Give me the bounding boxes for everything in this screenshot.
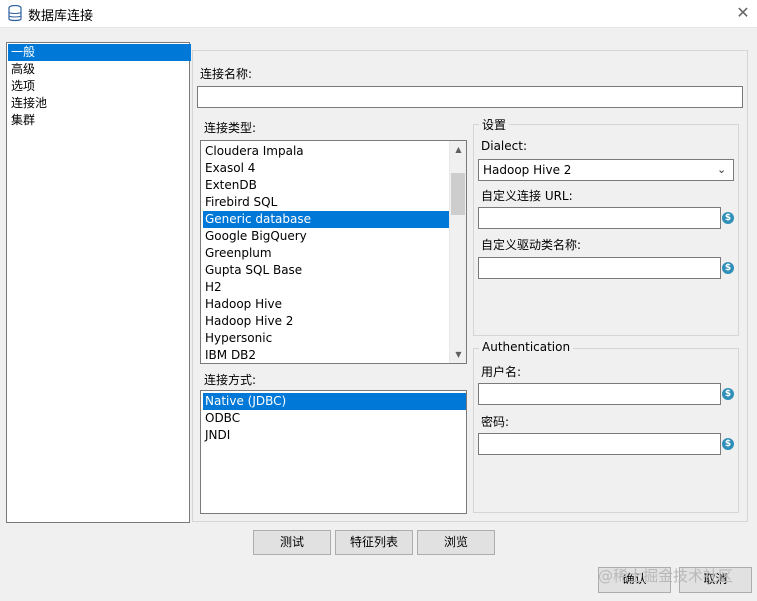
sidebar-item-advanced[interactable]: 高级 [8, 61, 191, 78]
sidebar-item-general[interactable]: 一般 [8, 44, 191, 61]
custom-driver-input[interactable] [478, 257, 721, 279]
window-title: 数据库连接 [28, 9, 94, 24]
access-method-list[interactable]: Native (JDBC) ODBC JNDI [200, 390, 467, 514]
list-item[interactable]: Google BigQuery [203, 228, 307, 245]
access-method-label: 连接方式: [204, 373, 257, 387]
list-item[interactable]: Exasol 4 [203, 160, 255, 177]
list-item[interactable]: Cloudera Impala [203, 143, 304, 160]
list-item[interactable]: Hadoop Hive 2 [203, 313, 293, 330]
chevron-down-icon[interactable]: ⌄ [717, 163, 726, 176]
dialect-value: Hadoop Hive 2 [483, 163, 572, 177]
list-item-selected[interactable]: Native (JDBC) [203, 393, 466, 410]
username-input[interactable] [478, 383, 721, 405]
watermark: @稀土掘金技术社区 [598, 567, 734, 585]
list-item[interactable]: ExtenDB [203, 177, 257, 194]
close-icon[interactable]: ✕ [734, 3, 752, 23]
custom-url-input[interactable] [478, 207, 721, 229]
scroll-down-icon[interactable]: ▼ [450, 346, 466, 363]
sidebar-item-cluster[interactable]: 集群 [8, 112, 191, 129]
list-item[interactable]: JNDI [203, 427, 230, 444]
variable-icon[interactable]: $ [722, 388, 734, 400]
sidebar-item-options[interactable]: 选项 [8, 78, 191, 95]
list-item[interactable]: Hypersonic [203, 330, 272, 347]
settings-legend: 设置 [479, 116, 510, 133]
list-item[interactable]: H2 [203, 279, 222, 296]
authentication-legend: Authentication [479, 340, 574, 354]
custom-driver-label: 自定义驱动类名称: [481, 238, 582, 252]
feature-list-button[interactable]: 特征列表 [335, 530, 413, 555]
title-bar: 数据库连接 ✕ [0, 0, 757, 28]
connection-type-list[interactable]: Cloudera Impala Exasol 4 ExtenDB Firebir… [200, 140, 467, 364]
password-input[interactable] [478, 433, 721, 455]
username-label: 用户名: [481, 365, 522, 379]
scroll-up-icon[interactable]: ▲ [450, 141, 466, 158]
connection-type-label: 连接类型: [204, 121, 257, 135]
list-item[interactable]: IBM DB2 [203, 347, 256, 363]
list-item[interactable]: Greenplum [203, 245, 272, 262]
dialect-label: Dialect: [481, 139, 527, 153]
variable-icon[interactable]: $ [722, 212, 734, 224]
password-label: 密码: [481, 415, 510, 429]
list-item[interactable]: ODBC [203, 410, 240, 427]
vertical-scrollbar[interactable]: ▲ ▼ [449, 141, 466, 363]
sidebar-item-pooling[interactable]: 连接池 [8, 95, 191, 112]
test-button[interactable]: 测试 [253, 530, 331, 555]
browse-button[interactable]: 浏览 [417, 530, 495, 555]
connection-name-label: 连接名称: [200, 67, 253, 81]
variable-icon[interactable]: $ [722, 438, 734, 450]
sidebar: 一般 高级 选项 连接池 集群 [6, 42, 191, 523]
custom-url-label: 自定义连接 URL: [481, 189, 573, 203]
database-icon [8, 4, 22, 22]
settings-group [473, 124, 739, 336]
list-item[interactable]: Hadoop Hive [203, 296, 282, 313]
dialect-select[interactable]: Hadoop Hive 2 ⌄ [478, 159, 734, 181]
list-item-selected[interactable]: Generic database [203, 211, 449, 228]
variable-icon[interactable]: $ [722, 262, 734, 274]
scroll-thumb[interactable] [451, 173, 465, 215]
list-item[interactable]: Gupta SQL Base [203, 262, 302, 279]
list-item[interactable]: Firebird SQL [203, 194, 277, 211]
connection-name-input[interactable] [197, 86, 743, 108]
